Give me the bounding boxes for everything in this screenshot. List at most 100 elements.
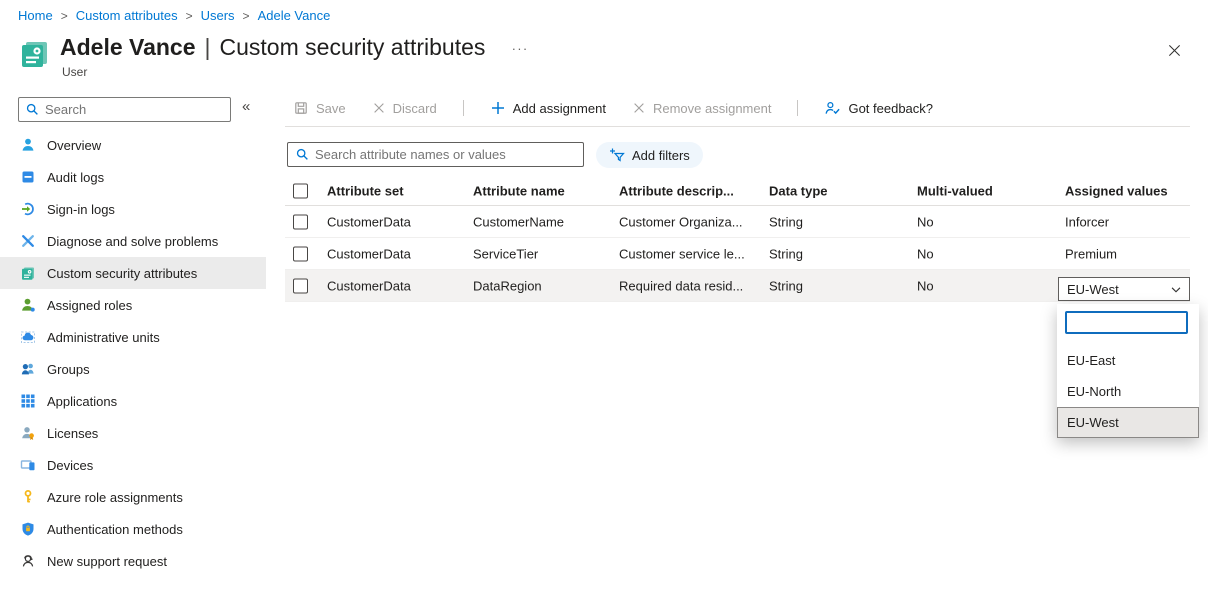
- add-assignment-label: Add assignment: [513, 101, 606, 116]
- table-row-selected: CustomerData DataRegion Required data re…: [285, 270, 1190, 302]
- toolbar-divider: [285, 126, 1190, 127]
- add-assignment-button[interactable]: Add assignment: [490, 100, 606, 116]
- column-header-data-type: Data type: [769, 183, 828, 198]
- admin-units-cloud-icon: [20, 329, 36, 345]
- save-icon: [293, 100, 309, 116]
- cell-multi-valued: No: [917, 214, 934, 229]
- cell-multi-valued: No: [917, 278, 934, 293]
- chevron-down-icon: [1169, 283, 1183, 297]
- got-feedback-label: Got feedback?: [848, 101, 933, 116]
- close-icon[interactable]: [1162, 38, 1186, 62]
- discard-button[interactable]: Discard: [372, 101, 437, 116]
- breadcrumb-custom-attributes[interactable]: Custom attributes: [76, 8, 178, 23]
- filter-plus-icon: [609, 147, 625, 163]
- dropdown-option-eu-east[interactable]: EU-East: [1057, 345, 1199, 376]
- sidebar-item-applications[interactable]: Applications: [0, 385, 266, 417]
- sidebar-item-groups[interactable]: Groups: [0, 353, 266, 385]
- breadcrumb-users[interactable]: Users: [201, 8, 235, 23]
- cell-attribute-set: CustomerData: [327, 246, 411, 261]
- dropdown-options: EU-East EU-North EU-West: [1057, 345, 1199, 438]
- attribute-search: [287, 142, 584, 167]
- toolbar-separator: [463, 100, 464, 116]
- row-checkbox[interactable]: [293, 246, 308, 261]
- row-checkbox[interactable]: [293, 278, 308, 293]
- dropdown-filter-input[interactable]: [1065, 311, 1188, 334]
- cell-assigned-value: Inforcer: [1065, 214, 1109, 229]
- sidebar-item-new-support-request[interactable]: New support request: [0, 545, 266, 577]
- attribute-search-input[interactable]: [315, 143, 577, 166]
- breadcrumb-adele-vance[interactable]: Adele Vance: [258, 8, 331, 23]
- sidebar-item-audit-logs[interactable]: Audit logs: [0, 161, 266, 193]
- sidebar-search-input[interactable]: [45, 98, 225, 121]
- plus-icon: [490, 100, 506, 116]
- sidebar-item-azure-role-assignments[interactable]: Azure role assignments: [0, 481, 266, 513]
- sidebar-item-label: Audit logs: [47, 170, 104, 185]
- sidebar-item-label: Diagnose and solve problems: [47, 234, 218, 249]
- person-icon: [20, 137, 36, 153]
- sidebar-item-label: Assigned roles: [47, 298, 132, 313]
- more-options-icon[interactable]: ...: [512, 38, 529, 53]
- remove-assignment-label: Remove assignment: [653, 101, 772, 116]
- discard-button-label: Discard: [393, 101, 437, 116]
- collapse-sidebar-icon[interactable]: «: [242, 98, 250, 115]
- column-header-multi-valued: Multi-valued: [917, 183, 993, 198]
- cell-data-type: String: [769, 214, 803, 229]
- add-filters-button[interactable]: Add filters: [596, 142, 703, 168]
- dropdown-option-eu-west[interactable]: EU-West: [1057, 407, 1199, 438]
- sidebar: « Overview Audit logs Sign-in logs Diagn…: [0, 92, 266, 591]
- sidebar-item-sign-in-logs[interactable]: Sign-in logs: [0, 193, 266, 225]
- sidebar-item-label: Sign-in logs: [47, 202, 115, 217]
- sidebar-item-assigned-roles[interactable]: Assigned roles: [0, 289, 266, 321]
- select-all-checkbox[interactable]: [293, 183, 308, 198]
- save-button[interactable]: Save: [293, 100, 346, 116]
- sidebar-item-label: Administrative units: [47, 330, 160, 345]
- cell-attribute-description: Customer Organiza...: [619, 214, 743, 229]
- assigned-roles-person-icon: [20, 297, 36, 313]
- combobox-selected-value: EU-West: [1067, 282, 1119, 297]
- key-icon: [20, 489, 36, 505]
- toolbar-separator: [797, 100, 798, 116]
- breadcrumb-separator: >: [243, 9, 250, 23]
- table-row: CustomerData CustomerName Customer Organ…: [285, 206, 1190, 238]
- custom-attributes-icon: [20, 265, 36, 281]
- sidebar-item-label: Authentication methods: [47, 522, 183, 537]
- sidebar-item-overview[interactable]: Overview: [0, 129, 266, 161]
- licenses-badge-icon: [20, 425, 36, 441]
- cell-data-type: String: [769, 246, 803, 261]
- sidebar-item-label: New support request: [47, 554, 167, 569]
- applications-grid-icon: [20, 393, 36, 409]
- sidebar-nav: Overview Audit logs Sign-in logs Diagnos…: [0, 129, 266, 577]
- cell-attribute-description: Required data resid...: [619, 278, 743, 293]
- breadcrumb-separator: >: [186, 9, 193, 23]
- got-feedback-button[interactable]: Got feedback?: [824, 100, 933, 117]
- sidebar-item-custom-security-attributes[interactable]: Custom security attributes: [0, 257, 266, 289]
- cell-data-type: String: [769, 278, 803, 293]
- breadcrumb: Home > Custom attributes > Users > Adele…: [18, 8, 330, 23]
- dropdown-option-eu-north[interactable]: EU-North: [1057, 376, 1199, 407]
- add-filters-label: Add filters: [632, 148, 690, 163]
- table-header-row: Attribute set Attribute name Attribute d…: [285, 176, 1190, 206]
- sidebar-item-diagnose[interactable]: Diagnose and solve problems: [0, 225, 266, 257]
- sidebar-item-label: Applications: [47, 394, 117, 409]
- user-attributes-icon: [18, 38, 50, 70]
- sidebar-item-label: Azure role assignments: [47, 490, 183, 505]
- assigned-value-dropdown: EU-East EU-North EU-West: [1057, 304, 1199, 437]
- feedback-person-icon: [824, 100, 841, 117]
- devices-monitor-icon: [20, 457, 36, 473]
- remove-assignment-button[interactable]: Remove assignment: [632, 101, 772, 116]
- assigned-value-combobox[interactable]: EU-West: [1058, 277, 1190, 301]
- sidebar-item-licenses[interactable]: Licenses: [0, 417, 266, 449]
- sidebar-item-administrative-units[interactable]: Administrative units: [0, 321, 266, 353]
- support-headset-icon: [20, 553, 36, 569]
- cell-attribute-set: CustomerData: [327, 278, 411, 293]
- cell-assigned-value: Premium: [1065, 246, 1117, 261]
- sidebar-item-devices[interactable]: Devices: [0, 449, 266, 481]
- title-divider: |: [205, 34, 211, 60]
- breadcrumb-home[interactable]: Home: [18, 8, 53, 23]
- search-icon: [295, 147, 310, 165]
- breadcrumb-separator: >: [61, 9, 68, 23]
- sidebar-item-authentication-methods[interactable]: Authentication methods: [0, 513, 266, 545]
- page-title-section: Custom security attributes: [220, 34, 486, 60]
- row-checkbox[interactable]: [293, 214, 308, 229]
- sidebar-item-label: Custom security attributes: [47, 266, 197, 281]
